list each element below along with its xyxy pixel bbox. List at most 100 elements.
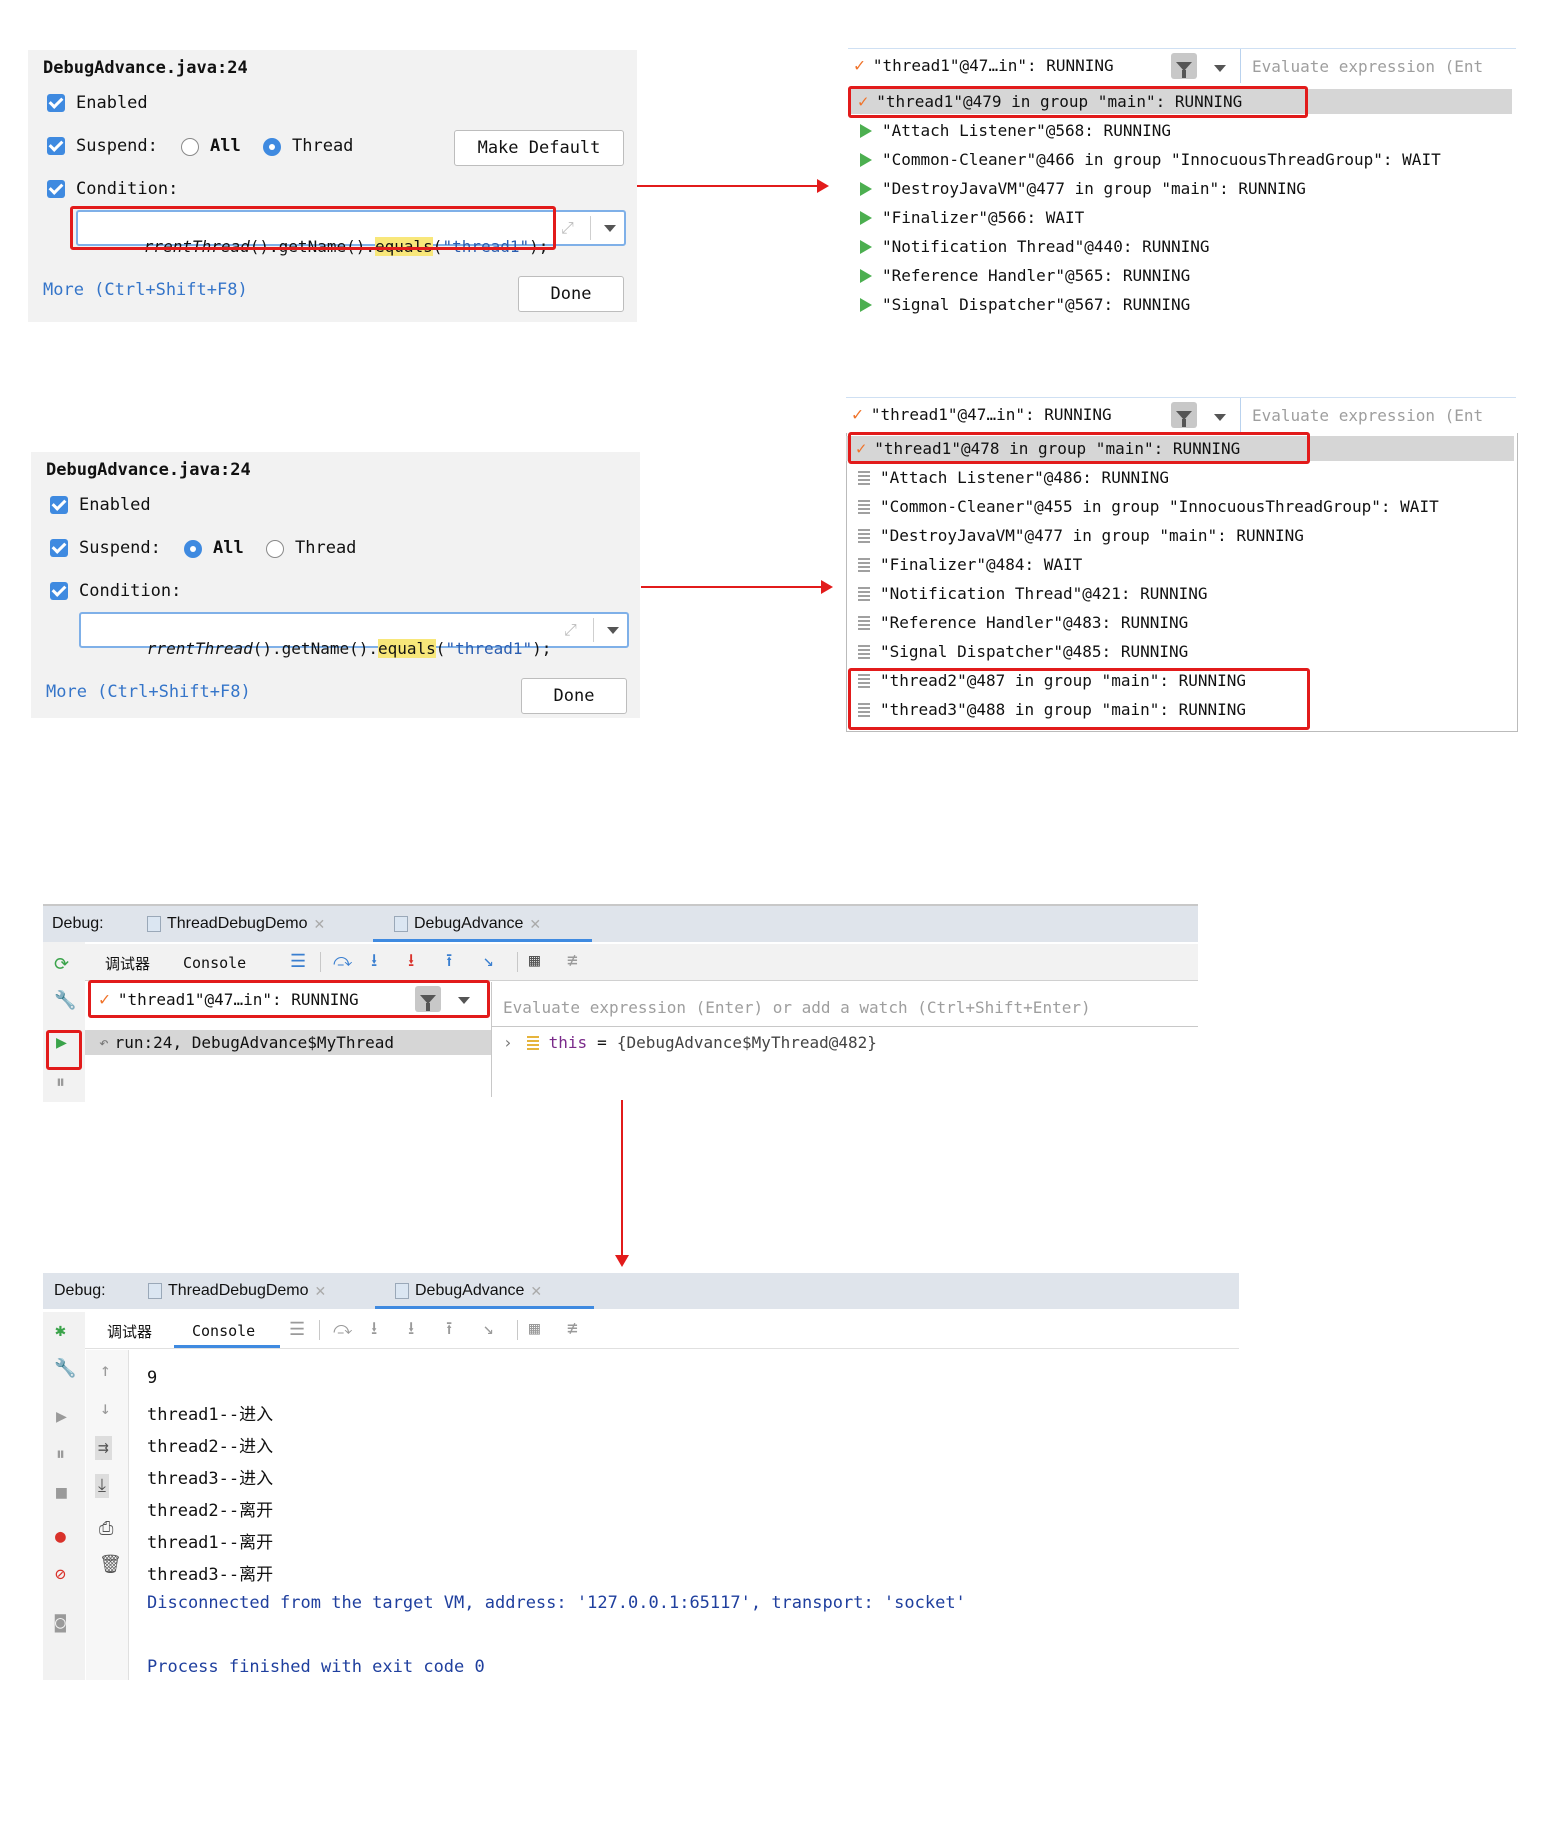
close-icon[interactable]: ✕ (529, 916, 541, 933)
close-icon[interactable]: ✕ (315, 1283, 327, 1300)
tab-threaddebugdemo[interactable]: ThreadDebugDemo ✕ (148, 1273, 326, 1309)
history-dropdown-icon[interactable] (604, 225, 616, 232)
pause-icon[interactable]: ⏸ (56, 1446, 65, 1464)
thread-row[interactable]: "DestroyJavaVM"@477 in group "main": RUN… (846, 523, 1304, 548)
thread-selector[interactable]: ✓ "thread1"@47…in": RUNNING (854, 55, 1114, 76)
suspend-thread-label: Thread (292, 136, 354, 156)
bug-icon[interactable]: ✱ (55, 1322, 66, 1340)
thread-row[interactable]: "DestroyJavaVM"@477 in group "main": RUN… (848, 176, 1306, 201)
suspend-thread-radio[interactable] (266, 540, 284, 558)
file-icon (147, 916, 161, 932)
scroll-to-end-icon[interactable]: ⤓ (95, 1474, 109, 1498)
close-icon[interactable]: ✕ (314, 916, 326, 933)
thread-dropdown-icon[interactable] (1214, 65, 1226, 72)
condition-checkbox[interactable] (50, 582, 68, 600)
done-button[interactable]: Done (518, 276, 624, 312)
tab-debugadvance[interactable]: DebugAdvance ✕ (394, 906, 541, 942)
thread-row[interactable]: "Notification Thread"@440: RUNNING (848, 234, 1210, 259)
thread-row[interactable]: "Signal Dispatcher"@485: RUNNING (846, 639, 1188, 664)
breakpoint-dialog-1: DebugAdvance.java:24 Enabled Suspend: Al… (28, 50, 637, 322)
filter-icon[interactable] (1171, 53, 1197, 79)
suspend-checkbox[interactable] (47, 137, 65, 155)
print-icon[interactable]: ⎙ (99, 1520, 113, 1538)
debug-sidebar-2: ✱ 🔧 ▶ ⏸ ■ ● ⊘ ◙ (43, 1312, 85, 1680)
stop-icon[interactable]: ■ (56, 1484, 67, 1502)
up-arrow-icon[interactable]: ↑ (100, 1362, 111, 1380)
variable-this[interactable]: › this = {DebugAdvance$MyThread@482} (503, 1030, 877, 1055)
step-over-icon[interactable]: ⤼ (333, 952, 352, 970)
step-over-icon[interactable]: ⤼ (333, 1320, 352, 1338)
tab-console[interactable]: Console (183, 954, 246, 972)
trash-icon[interactable]: 🗑 (99, 1556, 122, 1574)
soft-wrap-icon[interactable]: ⇉ (95, 1436, 112, 1460)
wrench-icon[interactable]: 🔧 (54, 1360, 76, 1378)
thread-row[interactable]: "Notification Thread"@421: RUNNING (846, 581, 1208, 606)
evaluate-expression-input[interactable]: Evaluate expression (Enter) or add a wat… (503, 998, 1193, 1017)
step-into-icon[interactable]: ⭳ (371, 952, 377, 970)
more-link[interactable]: More (Ctrl+Shift+F8) (46, 682, 251, 702)
close-icon[interactable]: ✕ (530, 1283, 542, 1300)
condition-input[interactable]: rrentThread().getName().equals("thread1"… (79, 612, 629, 658)
camera-icon[interactable]: ◙ (55, 1614, 66, 1632)
tab-threaddebugdemo[interactable]: ThreadDebugDemo ✕ (147, 906, 325, 942)
wrench-icon[interactable]: 🔧 (54, 992, 76, 1010)
thread-row[interactable]: "Common-Cleaner"@466 in group "Innocuous… (848, 147, 1441, 172)
frames-icon[interactable]: ☰ (290, 953, 306, 971)
tab-console[interactable]: Console (192, 1322, 255, 1340)
tab-debugger[interactable]: 调试器 (105, 953, 150, 974)
step-into-icon[interactable]: ⭳ (371, 1320, 377, 1338)
step-out-icon[interactable]: ⭱ (446, 952, 452, 970)
condition-checkbox[interactable] (47, 180, 65, 198)
run-to-cursor-icon[interactable]: ↘ (483, 1320, 494, 1338)
thread-row[interactable]: "Finalizer"@484: WAIT (846, 552, 1082, 577)
thread-row[interactable]: "Signal Dispatcher"@567: RUNNING (848, 292, 1190, 317)
evaluate-expression-input[interactable]: Evaluate expression (Ent (1252, 57, 1514, 76)
suspend-checkbox[interactable] (50, 539, 68, 557)
suspend-thread-radio[interactable] (263, 138, 281, 156)
thread-selector[interactable]: ✓ "thread1"@47…in": RUNNING (852, 404, 1112, 425)
file-icon (395, 1283, 409, 1299)
thread-row[interactable]: "Reference Handler"@565: RUNNING (848, 263, 1190, 288)
run-to-cursor-icon[interactable]: ↘ (483, 952, 494, 970)
debug-toolbar-1: 调试器 Console ☰ ⤼ ⭳ ⭳ ⭱ ↘ ▦ ≢ (85, 944, 1198, 981)
stack-frame[interactable]: ↶ run:24, DebugAdvance$MyThread (85, 1030, 491, 1055)
thread-row[interactable]: "Finalizer"@566: WAIT (848, 205, 1084, 230)
suspend-all-radio[interactable] (181, 138, 199, 156)
expand-icon[interactable]: ⤢ (561, 218, 574, 238)
tab-debugger[interactable]: 调试器 (107, 1321, 152, 1342)
filter-icon[interactable] (1171, 402, 1197, 428)
thread-row[interactable]: "Reference Handler"@483: RUNNING (846, 610, 1188, 635)
tab-debugadvance[interactable]: DebugAdvance ✕ (395, 1273, 542, 1309)
done-button[interactable]: Done (521, 678, 627, 714)
evaluate-icon[interactable]: ▦ (529, 1320, 540, 1338)
thread-row[interactable]: "Attach Listener"@486: RUNNING (846, 465, 1169, 490)
breakpoint-dialog-2: DebugAdvance.java:24 Enabled Suspend: Al… (31, 452, 640, 718)
thread-row[interactable]: "Common-Cleaner"@455 in group "Innocuous… (846, 494, 1439, 519)
step-out-icon[interactable]: ⭱ (446, 1320, 452, 1338)
pause-icon[interactable]: ⏸ (56, 1074, 65, 1092)
thread-dropdown-icon[interactable] (1214, 414, 1226, 421)
thread1-highlight-1 (848, 86, 1308, 118)
trace-icon[interactable]: ≢ (567, 952, 578, 970)
evaluate-expression-input[interactable]: Evaluate expression (Ent (1252, 406, 1514, 425)
force-step-into-icon[interactable]: ⭳ (408, 1320, 414, 1338)
more-link[interactable]: More (Ctrl+Shift+F8) (43, 280, 248, 300)
frames-icon[interactable]: ☰ (289, 1321, 305, 1339)
enabled-checkbox[interactable] (50, 496, 68, 514)
suspend-all-radio[interactable] (184, 540, 202, 558)
resume-icon[interactable]: ▶ (56, 1408, 67, 1426)
make-default-button[interactable]: Make Default (454, 130, 624, 166)
expand-icon[interactable]: ⤢ (564, 620, 577, 640)
thread-row[interactable]: "Attach Listener"@568: RUNNING (848, 118, 1171, 143)
console-line: 9 (147, 1368, 158, 1388)
evaluate-icon[interactable]: ▦ (529, 952, 540, 970)
view-breakpoints-icon[interactable]: ● (55, 1528, 66, 1546)
enabled-checkbox[interactable] (47, 94, 65, 112)
history-dropdown-icon[interactable] (607, 627, 619, 634)
mute-breakpoints-icon[interactable]: ⊘ (55, 1566, 66, 1584)
down-arrow-icon[interactable]: ↓ (100, 1400, 111, 1418)
chevron-right-icon[interactable]: › (503, 1033, 513, 1052)
rerun-icon[interactable]: ⟳ (54, 956, 69, 974)
force-step-into-icon[interactable]: ⭳ (408, 952, 414, 970)
trace-icon[interactable]: ≢ (567, 1320, 578, 1338)
